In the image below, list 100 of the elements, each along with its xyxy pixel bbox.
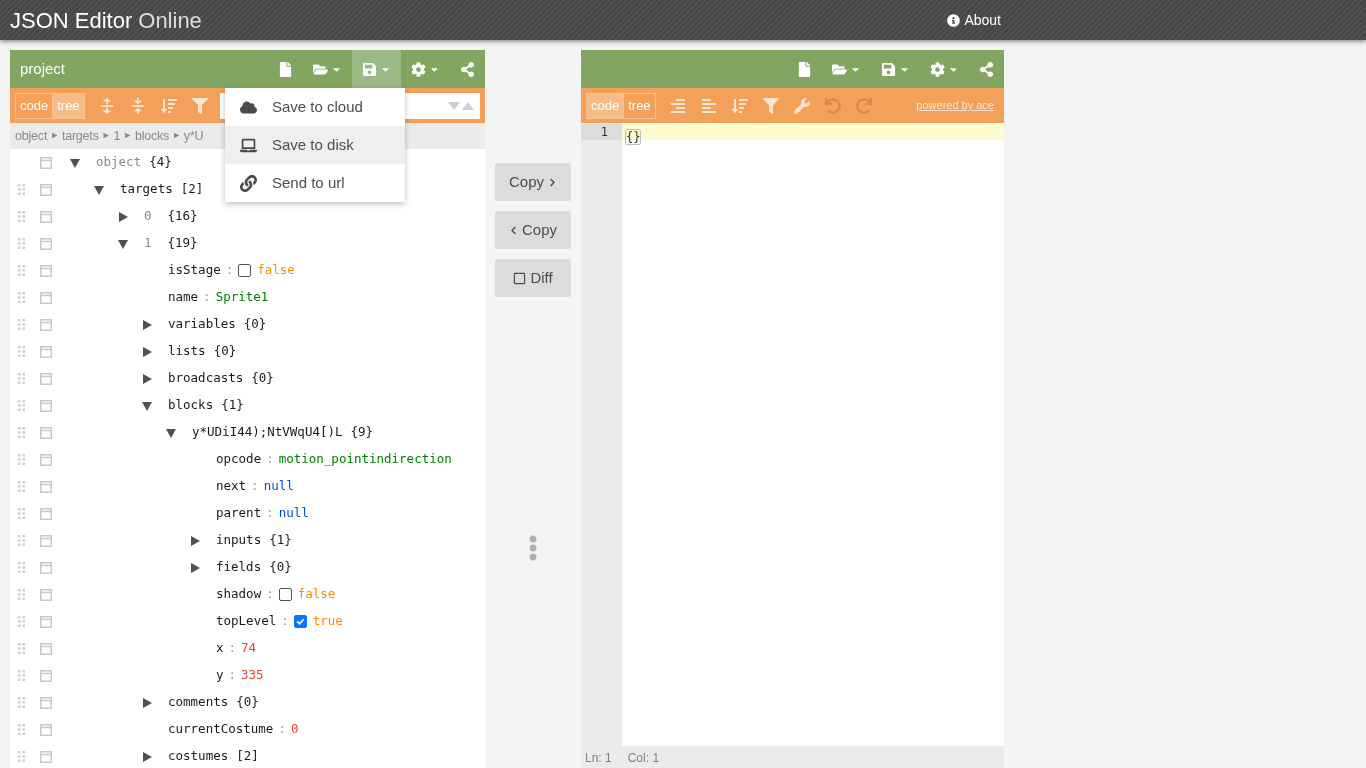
expand-toggle[interactable] xyxy=(141,318,153,331)
context-menu-icon[interactable] xyxy=(40,372,52,385)
context-menu-icon[interactable] xyxy=(40,507,52,520)
context-menu-icon[interactable] xyxy=(40,210,52,223)
expand-toggle[interactable] xyxy=(93,183,105,196)
context-menu-icon[interactable] xyxy=(40,345,52,358)
context-menu-icon[interactable] xyxy=(40,723,52,736)
expand-toggle[interactable] xyxy=(141,399,153,412)
menu-item[interactable]: Save to disk xyxy=(225,126,405,164)
context-menu-icon[interactable] xyxy=(40,183,52,196)
about-link[interactable]: About xyxy=(947,9,1001,31)
breadcrumb-item[interactable]: 1 xyxy=(113,126,121,146)
drag-handle-icon[interactable] xyxy=(18,373,25,384)
drag-handle-icon[interactable] xyxy=(18,292,25,303)
node-value: null xyxy=(263,477,294,496)
drag-handle-icon[interactable] xyxy=(18,724,25,735)
expand-toggle[interactable] xyxy=(165,426,177,439)
node-key: name xyxy=(168,288,199,307)
copy-button[interactable]: Copy xyxy=(495,211,571,249)
drag-handle-icon[interactable] xyxy=(18,508,25,519)
expand-toggle[interactable] xyxy=(69,156,81,169)
splitter-handle-icon[interactable] xyxy=(529,535,537,561)
breadcrumb-separator: ► xyxy=(50,129,59,143)
context-menu-icon[interactable] xyxy=(40,480,52,493)
drag-handle-icon[interactable] xyxy=(18,616,25,627)
drag-handle-icon[interactable] xyxy=(18,454,25,465)
context-menu-icon[interactable] xyxy=(40,750,52,763)
expand-toggle[interactable] xyxy=(117,210,129,223)
drag-handle-icon[interactable] xyxy=(18,535,25,546)
triangle-icon xyxy=(142,373,152,384)
context-menu-icon[interactable] xyxy=(40,264,52,277)
expand-toggle[interactable] xyxy=(141,696,153,709)
app-title: JSON Editor xyxy=(10,6,133,35)
repair-button[interactable] xyxy=(792,95,811,116)
file-icon xyxy=(278,61,293,77)
search-previous-icon[interactable] xyxy=(448,101,460,110)
context-menu-icon[interactable] xyxy=(40,534,52,547)
check-icon xyxy=(295,617,305,626)
context-menu-icon[interactable] xyxy=(40,588,52,601)
filter-button[interactable] xyxy=(190,95,209,116)
filter-icon xyxy=(762,97,779,114)
key-value-separator: : xyxy=(281,612,289,631)
drag-handle-icon[interactable] xyxy=(18,238,25,249)
expand-toggle[interactable] xyxy=(189,534,201,547)
mode-tab[interactable]: code xyxy=(587,93,624,118)
expand-toggle[interactable] xyxy=(141,750,153,763)
search-next-icon[interactable] xyxy=(462,101,474,110)
breadcrumb-item[interactable]: object xyxy=(15,126,48,146)
drag-handle-icon[interactable] xyxy=(18,643,25,654)
breadcrumb-item[interactable]: y*U xyxy=(183,126,204,146)
mode-tab[interactable]: tree xyxy=(52,93,84,118)
triangle-icon xyxy=(142,319,152,330)
context-menu-icon[interactable] xyxy=(40,642,52,655)
settings-icon xyxy=(411,61,426,77)
expand-toggle[interactable] xyxy=(189,561,201,574)
context-menu-icon[interactable] xyxy=(40,615,52,628)
checkbox[interactable] xyxy=(293,615,307,628)
drag-handle-icon[interactable] xyxy=(18,427,25,438)
checkbox[interactable] xyxy=(238,264,252,277)
context-menu-icon[interactable] xyxy=(40,426,52,439)
key-value-separator: : xyxy=(266,504,274,523)
drag-handle-icon[interactable] xyxy=(18,211,25,222)
context-menu-icon[interactable] xyxy=(40,696,52,709)
menu-item[interactable]: Save to cloud xyxy=(225,88,405,126)
context-menu-icon[interactable] xyxy=(40,453,52,466)
menu-item[interactable]: Send to url xyxy=(225,164,405,202)
drag-handle-icon[interactable] xyxy=(18,670,25,681)
line-status: Ln: 1 xyxy=(585,750,612,767)
node-key: x xyxy=(216,639,224,658)
powered-by-link[interactable]: powered by ace xyxy=(916,97,994,114)
drag-handle-icon[interactable] xyxy=(18,589,25,600)
expand-toggle[interactable] xyxy=(117,237,129,250)
mode-tab[interactable]: code xyxy=(16,93,53,118)
context-menu-icon[interactable] xyxy=(40,669,52,682)
lines-icon xyxy=(700,97,717,114)
drag-handle-icon[interactable] xyxy=(18,265,25,276)
copy-button[interactable]: Copy xyxy=(495,163,571,201)
drag-handle-icon[interactable] xyxy=(18,319,25,330)
context-menu-icon[interactable] xyxy=(40,291,52,304)
breadcrumb-item[interactable]: blocks xyxy=(134,126,170,146)
breadcrumb-item[interactable]: targets xyxy=(61,126,99,146)
expand-toggle[interactable] xyxy=(141,345,153,358)
filter-button[interactable] xyxy=(761,95,780,116)
context-menu-icon[interactable] xyxy=(40,237,52,250)
mode-tab[interactable]: tree xyxy=(623,93,655,118)
context-menu-icon[interactable] xyxy=(40,318,52,331)
checkbox[interactable] xyxy=(278,588,292,601)
expand-toggle[interactable] xyxy=(141,372,153,385)
drag-handle-icon[interactable] xyxy=(18,562,25,573)
drag-handle-icon[interactable] xyxy=(18,751,25,762)
drag-handle-icon[interactable] xyxy=(18,697,25,708)
drag-handle-icon[interactable] xyxy=(18,346,25,357)
save-button[interactable] xyxy=(352,50,401,88)
drag-handle-icon[interactable] xyxy=(18,184,25,195)
context-menu-icon[interactable] xyxy=(40,156,52,169)
drag-handle-icon[interactable] xyxy=(18,481,25,492)
diff-button[interactable]: Diff xyxy=(495,259,571,297)
context-menu-icon[interactable] xyxy=(40,399,52,412)
context-menu-icon[interactable] xyxy=(40,561,52,574)
drag-handle-icon[interactable] xyxy=(18,400,25,411)
